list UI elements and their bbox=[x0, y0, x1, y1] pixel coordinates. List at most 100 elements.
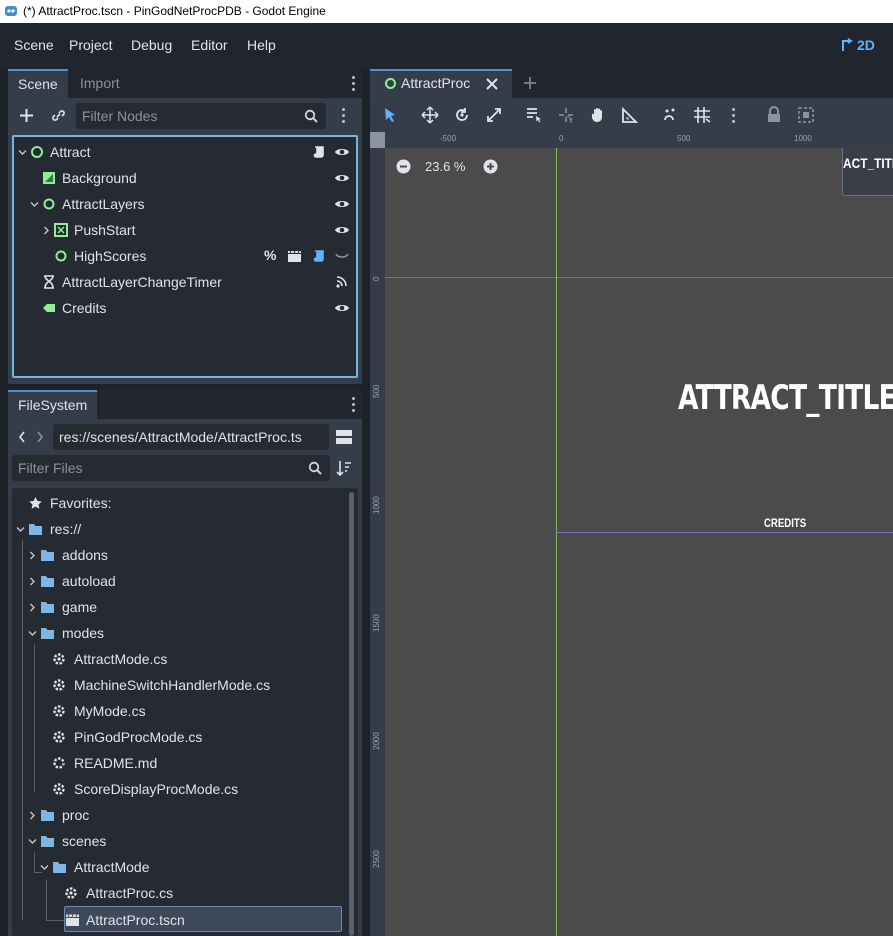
snap-options-icon[interactable] bbox=[732, 108, 735, 126]
chevron-right-icon[interactable] bbox=[28, 811, 37, 820]
fs-item-res[interactable]: res:// bbox=[12, 516, 352, 542]
path-field[interactable]: res://scenes/AttractMode/AttractProc.ts bbox=[53, 424, 329, 450]
fs-item-scoredisplayprocmode-cs[interactable]: ScoreDisplayProcMode.cs bbox=[12, 776, 352, 802]
chevron-right-icon[interactable] bbox=[28, 577, 37, 586]
scene-tree[interactable]: Attract Background AttractLayers PushSta… bbox=[12, 135, 358, 378]
group-icon[interactable] bbox=[797, 106, 815, 124]
fs-item-attractproc-cs[interactable]: AttractProc.cs bbox=[12, 880, 352, 906]
pivot-mode-icon[interactable] bbox=[557, 106, 575, 124]
sort-icon[interactable] bbox=[336, 460, 352, 476]
tab-import[interactable]: Import bbox=[70, 69, 130, 98]
text-file-icon: TXT bbox=[53, 757, 66, 769]
scene-node-background[interactable]: Background bbox=[14, 165, 356, 191]
pan-hand-icon[interactable] bbox=[589, 106, 607, 124]
scene-tree-options-icon[interactable] bbox=[342, 108, 345, 126]
fs-item-attractmode-folder[interactable]: AttractMode bbox=[12, 854, 352, 880]
fs-item-modes[interactable]: modes bbox=[12, 620, 352, 646]
tab-filesystem[interactable]: FileSystem bbox=[8, 390, 98, 419]
window-title: (*) AttractProc.tscn - PinGodNetProcPDB … bbox=[23, 4, 326, 18]
tab-attractproc[interactable]: AttractProc bbox=[370, 69, 512, 98]
fs-item-attractproc-tscn[interactable]: AttractProc.tscn bbox=[64, 906, 342, 932]
scene-dock-menu-icon[interactable] bbox=[352, 76, 355, 94]
menu-project[interactable]: Project bbox=[69, 37, 113, 53]
canvas-viewport[interactable]: 23.6 % ATTRACT_TITLE_1 CREDITS ACT_TITL bbox=[385, 148, 893, 936]
scene-node-label: Attract bbox=[50, 144, 91, 160]
new-tab-plus-icon[interactable] bbox=[523, 76, 537, 90]
filesystem-dock-tabbar: FileSystem bbox=[8, 390, 362, 419]
signal-connection-icon[interactable] bbox=[334, 275, 350, 289]
scale-mode-icon[interactable] bbox=[485, 106, 503, 124]
scene-node-label: Background bbox=[62, 170, 137, 186]
fs-item-proc[interactable]: proc bbox=[12, 802, 352, 828]
camera-preview-panel[interactable]: ACT_TITL bbox=[842, 148, 893, 196]
smart-snap-icon[interactable] bbox=[661, 106, 679, 124]
back-arrow-icon[interactable] bbox=[17, 430, 27, 444]
chevron-down-icon[interactable] bbox=[30, 200, 39, 209]
lock-icon[interactable] bbox=[765, 106, 783, 124]
fs-item-readme-md[interactable]: TXT README.md bbox=[12, 750, 352, 776]
zoom-level[interactable]: 23.6 % bbox=[425, 159, 465, 174]
instance-scene-link-icon[interactable] bbox=[51, 108, 66, 123]
chevron-right-icon[interactable] bbox=[28, 603, 37, 612]
filesystem-dock-menu-icon[interactable] bbox=[352, 397, 355, 415]
menu-debug[interactable]: Debug bbox=[131, 37, 172, 53]
scene-node-attractlayers[interactable]: AttractLayers bbox=[14, 191, 356, 217]
unique-name-badge[interactable]: % bbox=[264, 247, 276, 263]
menu-editor[interactable]: Editor bbox=[191, 37, 228, 53]
scene-node-credits[interactable]: Credits bbox=[14, 295, 356, 321]
rotate-mode-icon[interactable] bbox=[453, 106, 471, 124]
move-mode-icon[interactable] bbox=[421, 106, 439, 124]
filesystem-tree[interactable]: Favorites: res:// addons autoload game m… bbox=[12, 488, 358, 936]
credits-text[interactable]: CREDITS bbox=[764, 516, 806, 530]
fs-item-game[interactable]: game bbox=[12, 594, 352, 620]
folder-icon bbox=[41, 836, 54, 847]
scene-node-attractlayerchangetimer[interactable]: AttractLayerChangeTimer bbox=[14, 269, 356, 295]
chevron-down-icon[interactable] bbox=[16, 525, 25, 534]
filter-nodes-input[interactable]: Filter Nodes bbox=[76, 103, 326, 129]
split-view-icon[interactable] bbox=[336, 429, 352, 445]
menu-help[interactable]: Help bbox=[247, 37, 276, 53]
ruler-mode-icon[interactable] bbox=[621, 106, 639, 124]
visibility-eye-icon[interactable] bbox=[334, 197, 350, 211]
visibility-eye-icon[interactable] bbox=[334, 171, 350, 185]
folder-icon bbox=[41, 602, 54, 613]
mode-2d-button[interactable]: 2D bbox=[840, 37, 875, 53]
fs-item-favorites[interactable]: Favorites: bbox=[12, 490, 352, 516]
attract-title-text[interactable]: ATTRACT_TITLE_1 bbox=[678, 378, 893, 418]
forward-arrow-icon[interactable] bbox=[35, 430, 45, 444]
zoom-out-icon[interactable] bbox=[396, 159, 411, 174]
chevron-right-icon[interactable] bbox=[28, 551, 37, 560]
fs-item-addons[interactable]: addons bbox=[12, 542, 352, 568]
fs-item-autoload[interactable]: autoload bbox=[12, 568, 352, 594]
chevron-down-icon[interactable] bbox=[40, 863, 49, 872]
visibility-eye-icon[interactable] bbox=[334, 223, 350, 237]
grid-snap-icon[interactable] bbox=[693, 106, 711, 124]
zoom-in-icon[interactable] bbox=[483, 159, 498, 174]
scene-node-pushstart[interactable]: PushStart bbox=[14, 217, 356, 243]
chevron-down-icon[interactable] bbox=[18, 148, 27, 157]
select-mode-icon[interactable] bbox=[381, 106, 399, 124]
script-icon[interactable] bbox=[312, 249, 326, 263]
chevron-down-icon[interactable] bbox=[28, 629, 37, 638]
clapperboard-icon[interactable] bbox=[287, 250, 302, 263]
fs-item-pingodprocmode-cs[interactable]: PinGodProcMode.cs bbox=[12, 724, 352, 750]
visibility-eye-icon[interactable] bbox=[334, 301, 350, 315]
fs-item-machineswitchhandlermode-cs[interactable]: MachineSwitchHandlerMode.cs bbox=[12, 672, 352, 698]
chevron-down-icon[interactable] bbox=[28, 837, 37, 846]
script-icon[interactable] bbox=[312, 145, 326, 159]
fs-item-mymode-cs[interactable]: MyMode.cs bbox=[12, 698, 352, 724]
tab-scene[interactable]: Scene bbox=[8, 69, 68, 98]
chevron-right-icon[interactable] bbox=[42, 226, 51, 235]
add-node-icon[interactable] bbox=[19, 108, 34, 123]
scene-node-attract[interactable]: Attract bbox=[14, 139, 356, 165]
filter-files-input[interactable]: Filter Files bbox=[12, 455, 330, 481]
visibility-eye-icon[interactable] bbox=[334, 145, 350, 159]
hidden-eye-icon[interactable] bbox=[334, 249, 350, 263]
fs-item-attractmode-cs[interactable]: AttractMode.cs bbox=[12, 646, 352, 672]
fs-item-scenes[interactable]: scenes bbox=[12, 828, 352, 854]
menu-scene[interactable]: Scene bbox=[14, 37, 54, 53]
list-select-icon[interactable] bbox=[525, 106, 543, 124]
scene-node-highscores[interactable]: HighScores % bbox=[14, 243, 356, 269]
close-icon[interactable] bbox=[486, 78, 498, 90]
cs-script-icon bbox=[53, 783, 65, 795]
